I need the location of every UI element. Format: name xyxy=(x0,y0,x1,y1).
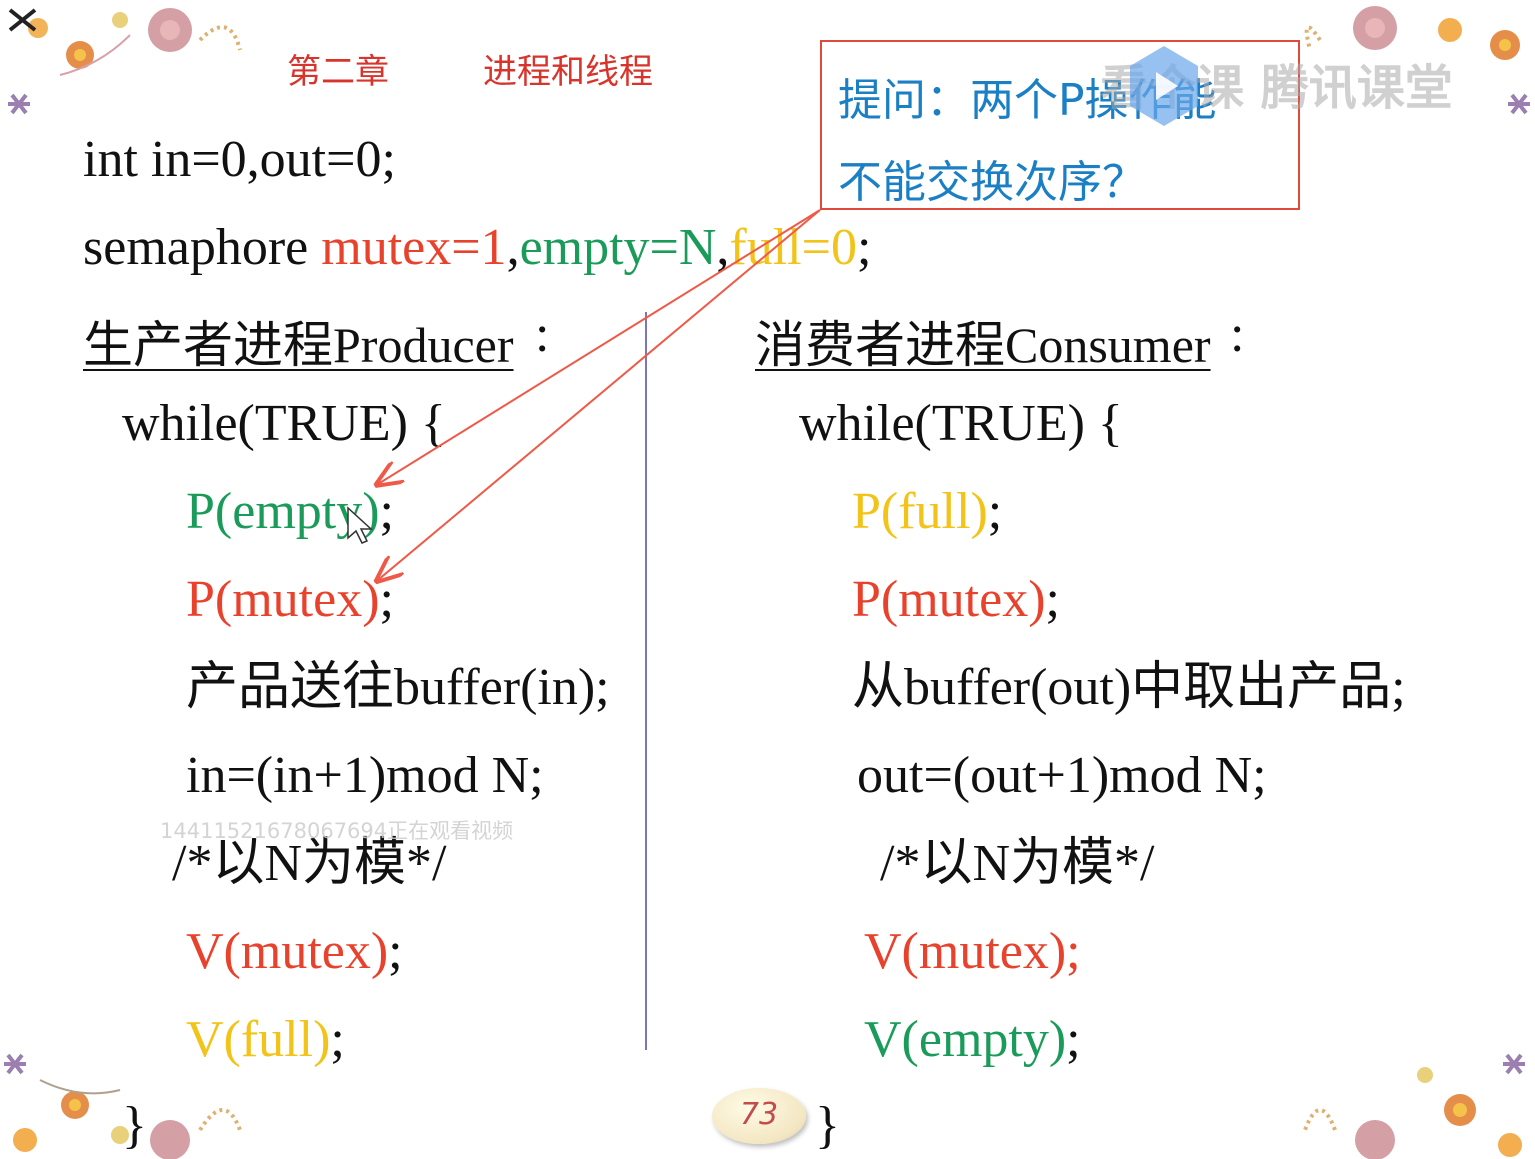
semicolon: ; xyxy=(388,923,403,980)
producer-close-brace: } xyxy=(122,1097,147,1154)
declaration-int: int in=0,out=0; xyxy=(83,131,396,188)
consumer-heading-text: 消费者进程Consumer xyxy=(755,317,1211,373)
producer-v-mutex: V(mutex); xyxy=(186,922,403,982)
semicolon: ; xyxy=(379,571,394,628)
producer-p-mutex: P(mutex); xyxy=(186,570,394,630)
consumer-close-brace: } xyxy=(815,1097,840,1154)
consumer-advance-out: out=(out+1)mod N; xyxy=(857,747,1267,804)
page-number-badge: 73 xyxy=(712,1088,806,1144)
page-number: 73 xyxy=(739,1097,779,1132)
producer-p-empty: P(empty); xyxy=(186,482,394,542)
semaphore-keyword: semaphore xyxy=(83,219,322,276)
viewer-count-note: 14411521678067694正在观看视频 xyxy=(160,819,514,843)
consumer-p-full: P(full); xyxy=(852,482,1002,542)
semaphore-mutex: mutex=1 xyxy=(321,219,507,276)
consumer-comment: /*以N为模*/ xyxy=(880,835,1155,892)
producer-heading-text: 生产者进程Producer xyxy=(83,317,514,373)
chapter-label: 第二章 xyxy=(287,52,389,92)
semicolon: ; xyxy=(856,219,872,276)
p-empty-call: P(empty) xyxy=(186,483,380,540)
producer-v-full: V(full); xyxy=(186,1010,345,1070)
p-full-call: P(full) xyxy=(852,483,988,540)
column-divider xyxy=(645,312,647,1050)
callout-line-2: 不能交换次序？ xyxy=(838,157,1146,208)
consumer-p-mutex: P(mutex); xyxy=(852,570,1060,630)
consumer-v-empty: V(empty); xyxy=(864,1010,1081,1070)
p-mutex-call: P(mutex) xyxy=(186,571,380,628)
producer-while: while(TRUE) { xyxy=(122,395,446,452)
semicolon: ; xyxy=(379,483,394,540)
watermark-logo-icon xyxy=(1130,46,1198,126)
v-full-call: V(full) xyxy=(186,1011,331,1068)
semaphore-empty: empty=N xyxy=(519,219,717,276)
producer-put-item: 产品送往buffer(in); xyxy=(186,659,610,716)
corner-ornament-bottom-right xyxy=(1303,1053,1525,1159)
producer-heading-colon: : xyxy=(535,306,550,363)
producer-heading: 生产者进程Producer xyxy=(83,305,514,377)
comma: , xyxy=(716,219,730,276)
p-mutex-call: P(mutex) xyxy=(852,571,1046,628)
semicolon: ; xyxy=(1045,571,1060,628)
semicolon: ; xyxy=(987,483,1003,540)
declaration-semaphore: semaphore mutex=1,empty=N,full=0; xyxy=(83,218,871,278)
consumer-heading: 消费者进程Consumer xyxy=(755,305,1211,377)
producer-advance-in: in=(in+1)mod N; xyxy=(186,747,544,804)
chapter-title: 进程和线程 xyxy=(483,52,653,92)
consumer-v-mutex: V(mutex); xyxy=(864,923,1081,980)
comma: , xyxy=(506,219,520,276)
v-empty-call: V(empty) xyxy=(864,1011,1067,1068)
consumer-heading-colon: : xyxy=(1230,306,1245,363)
v-mutex-call: V(mutex) xyxy=(186,923,389,980)
consumer-while: while(TRUE) { xyxy=(799,395,1123,452)
semaphore-full: full=0 xyxy=(729,219,857,276)
semicolon: ; xyxy=(330,1011,345,1068)
corner-ornament-top-left xyxy=(8,8,242,115)
consumer-take-item: 从buffer(out)中取出产品; xyxy=(852,659,1406,716)
semicolon: ; xyxy=(1066,1011,1081,1068)
